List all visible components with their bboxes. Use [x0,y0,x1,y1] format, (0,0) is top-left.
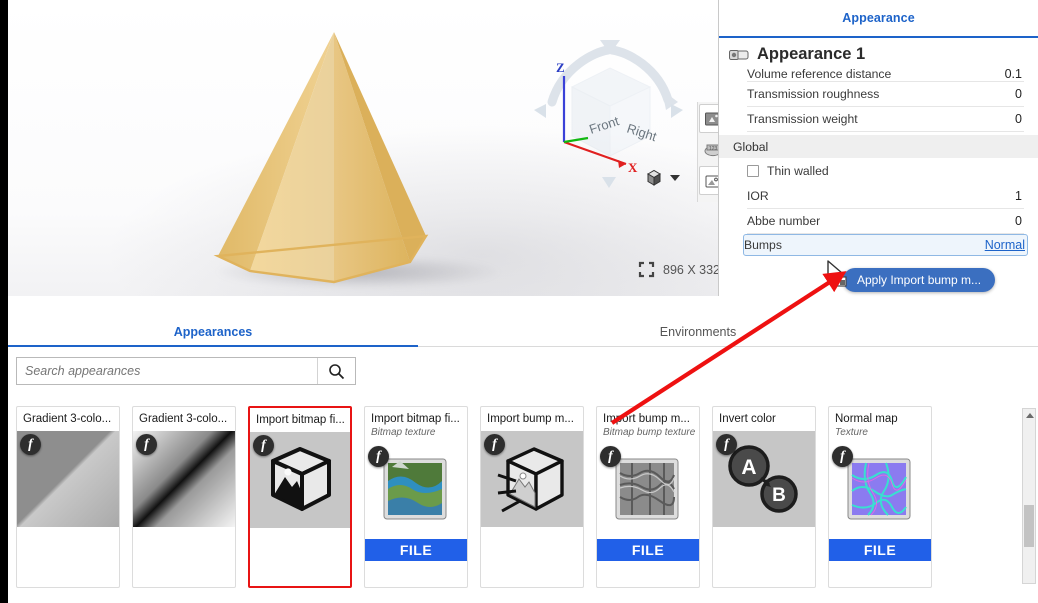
property-row[interactable]: Transmission roughness 0 [747,82,1024,107]
card-thumbnail[interactable]: f [365,443,467,540]
search-button[interactable] [317,358,355,384]
property-label: Transmission roughness [747,87,888,101]
thin-walled-label: Thin walled [767,164,837,178]
file-badge: FILE [829,539,931,562]
card-thumbnail[interactable]: f [481,431,583,528]
property-label: Volume reference distance [747,69,900,81]
display-style-dropdown[interactable] [644,168,680,188]
card-thumbnail[interactable]: f [133,431,235,528]
list-item[interactable]: Gradient 3-colo... f [132,406,236,588]
library-tabbar: Appearances Environments [8,296,1038,347]
library-scrollbar[interactable] [1022,408,1036,584]
scroll-up-arrow-icon[interactable] [1026,413,1034,418]
search-appearances[interactable] [16,357,356,385]
bumps-drop-target-row[interactable]: Bumps Normal [743,234,1028,256]
svg-text:B: B [772,485,786,506]
active-tab-underline [8,345,418,347]
resolution-label: 896 X 332 [663,262,720,277]
search-input[interactable] [17,358,317,384]
list-item[interactable]: Import bump m... Bitmap bump texture f F… [596,406,700,588]
appearance-library: Appearances Environments Gradient 3-colo… [8,296,1038,603]
file-badge: FILE [597,539,699,562]
list-item[interactable]: Normal map Texture f FILE [828,406,932,588]
drag-drop-cursor [827,260,847,287]
card-title: Import bitmap fi... [371,413,460,425]
scrollbar-thumb[interactable] [1024,505,1034,547]
appearance-tabbar: Appearance [719,0,1038,38]
property-row[interactable]: Transmission weight 0 [747,107,1024,132]
property-value[interactable]: 0.1 [996,69,1022,81]
list-item[interactable]: Invert color f A B [712,406,816,588]
property-value[interactable]: 0 [1007,112,1022,126]
property-value[interactable]: 0 [1007,87,1022,101]
card-thumbnail[interactable]: f A B [713,431,815,528]
appearance-title-row: Appearance 1 [719,38,1038,69]
list-item[interactable]: Gradient 3-colo... f [16,406,120,588]
list-item-selected[interactable]: Import bitmap fi... f [248,406,352,588]
card-subtitle: Texture [835,427,868,439]
card-thumbnail[interactable]: f [597,443,699,540]
app-root: Front Right Z X 123 896 X 332 Appearance… [0,0,1038,603]
property-row[interactable]: Volume reference distance 0.1 [747,69,1024,82]
section-header-global: Global [719,135,1038,158]
card-title: Gradient 3-colo... [139,413,228,425]
normal-map-swatch-icon [847,458,911,520]
card-title: Import bump m... [487,413,574,425]
card-title: Gradient 3-colo... [23,413,112,425]
chevron-down-icon [670,175,680,181]
card-thumbnail[interactable]: f [17,431,119,528]
rock-bump-swatch-icon [615,458,679,520]
card-title: Import bump m... [603,413,690,425]
shaded-cube-icon [647,169,661,186]
card-title: Import bitmap fi... [256,414,345,426]
property-label: IOR [747,189,777,203]
bump-cube-icon [497,447,564,513]
appearance-properties-panel: Appearance Appearance 1 Volume reference… [718,0,1038,296]
property-value[interactable]: 1 [1007,189,1022,203]
tabbar-rule [418,346,1038,347]
thin-walled-checkbox[interactable] [747,165,759,177]
tab-appearances[interactable]: Appearances [8,325,418,347]
drag-tooltip: Apply Import bump m... [843,268,996,292]
axis-x-label: X [628,160,638,175]
property-label: Transmission weight [747,112,866,126]
card-subtitle: Bitmap texture [371,427,436,439]
bitmap-cube-icon [271,447,331,512]
thin-walled-row[interactable]: Thin walled [747,158,1024,184]
property-rows: Volume reference distance 0.1 Transmissi… [719,69,1038,256]
appearance-card-grid: Gradient 3-colo... f Gradient 3-colo... … [16,406,1030,603]
svg-text:123: 123 [709,146,718,152]
file-badge: FILE [365,539,467,562]
card-subtitle: Bitmap bump texture [603,427,696,439]
viewport-resolution: 896 X 332 [638,261,720,278]
list-item[interactable]: Import bump m... f [480,406,584,588]
property-label: Bumps [744,238,782,252]
list-item[interactable]: Import bitmap fi... Bitmap texture f FIL… [364,406,468,588]
property-row[interactable]: IOR 1 [747,184,1024,209]
appearance-swatch-icon [729,49,749,60]
page-title: Appearance 1 [757,45,866,63]
search-icon [329,363,345,379]
property-label: Abbe number [747,214,829,228]
card-title: Invert color [719,413,776,425]
card-thumbnail[interactable]: f [829,443,931,540]
bumps-value-link[interactable]: Normal [985,238,1025,252]
property-value[interactable]: 0 [1007,214,1022,228]
card-title: Normal map [835,413,898,425]
property-row[interactable]: Abbe number 0 [747,209,1024,234]
fit-frame-icon [638,261,655,278]
drag-tooltip-label: Apply Import bump m... [857,273,982,287]
landscape-swatch-icon [383,458,447,520]
card-thumbnail[interactable]: f [250,432,350,529]
tab-appearance[interactable]: Appearance [842,11,915,25]
svg-text:A: A [741,456,756,479]
tab-environments[interactable]: Environments [418,325,978,347]
axis-z-label: Z [556,60,565,75]
pyramid-model[interactable] [158,24,478,292]
